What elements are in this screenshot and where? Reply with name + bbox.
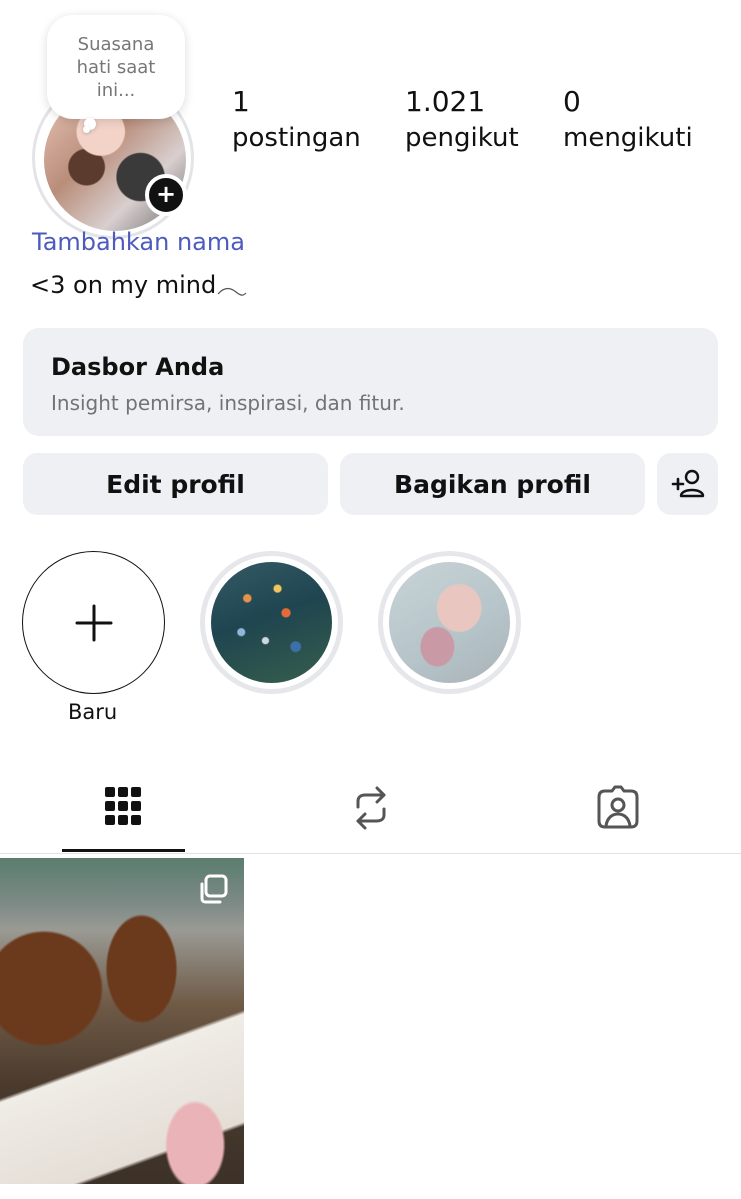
following-count-label: mengikuti xyxy=(563,123,693,153)
dashboard-subtitle: Insight pemirsa, inspirasi, dan fitur. xyxy=(51,391,405,415)
share-profile-button[interactable]: Bagikan profil xyxy=(340,453,645,515)
following-count[interactable]: 0 mengikuti xyxy=(563,84,693,156)
bio-text: <3 on my mind xyxy=(30,271,217,299)
posts-count-value: 1 xyxy=(232,85,250,118)
add-person-icon xyxy=(671,469,704,498)
highlight-shell[interactable] xyxy=(378,551,521,694)
share-profile-label: Bagikan profil xyxy=(394,469,591,499)
post-thumbnail[interactable] xyxy=(0,858,244,1184)
note-bubble[interactable]: Suasana hati saat ini... xyxy=(47,15,185,119)
professional-dashboard[interactable]: Dasbor Anda Insight pemirsa, inspirasi, … xyxy=(23,328,718,436)
repost-icon[interactable] xyxy=(350,785,392,831)
fish-highlight-image xyxy=(211,562,332,683)
posts-count-label: postingan xyxy=(232,123,361,153)
add-story-icon[interactable]: + xyxy=(145,174,187,216)
selected-tab-indicator xyxy=(62,849,185,852)
highlight-fish[interactable] xyxy=(200,551,343,694)
wave-doodle-icon xyxy=(217,287,247,296)
note-bubble-tail-small xyxy=(83,126,90,133)
followers-count-value: 1.021 xyxy=(405,85,486,118)
followers-count[interactable]: 1.021 pengikut xyxy=(405,84,519,156)
tab-divider xyxy=(0,853,741,854)
shell-highlight-image xyxy=(389,562,510,683)
note-text: Suasana hati saat ini... xyxy=(76,33,156,101)
tagged-icon[interactable] xyxy=(595,785,641,831)
new-highlight-label: Baru xyxy=(68,700,118,724)
edit-profile-label: Edit profil xyxy=(106,469,245,499)
new-highlight-button[interactable] xyxy=(22,551,165,694)
edit-profile-button[interactable]: Edit profil xyxy=(23,453,328,515)
plus-icon xyxy=(75,604,112,641)
multiple-photos-icon xyxy=(200,874,228,904)
followers-count-label: pengikut xyxy=(405,123,519,153)
posts-count[interactable]: 1 postingan xyxy=(232,84,361,156)
add-name-link[interactable]: Tambahkan nama xyxy=(32,228,245,256)
dashboard-title: Dasbor Anda xyxy=(51,353,225,381)
following-count-value: 0 xyxy=(563,85,581,118)
discover-people-button[interactable] xyxy=(657,453,718,515)
grid-icon[interactable] xyxy=(103,785,143,829)
